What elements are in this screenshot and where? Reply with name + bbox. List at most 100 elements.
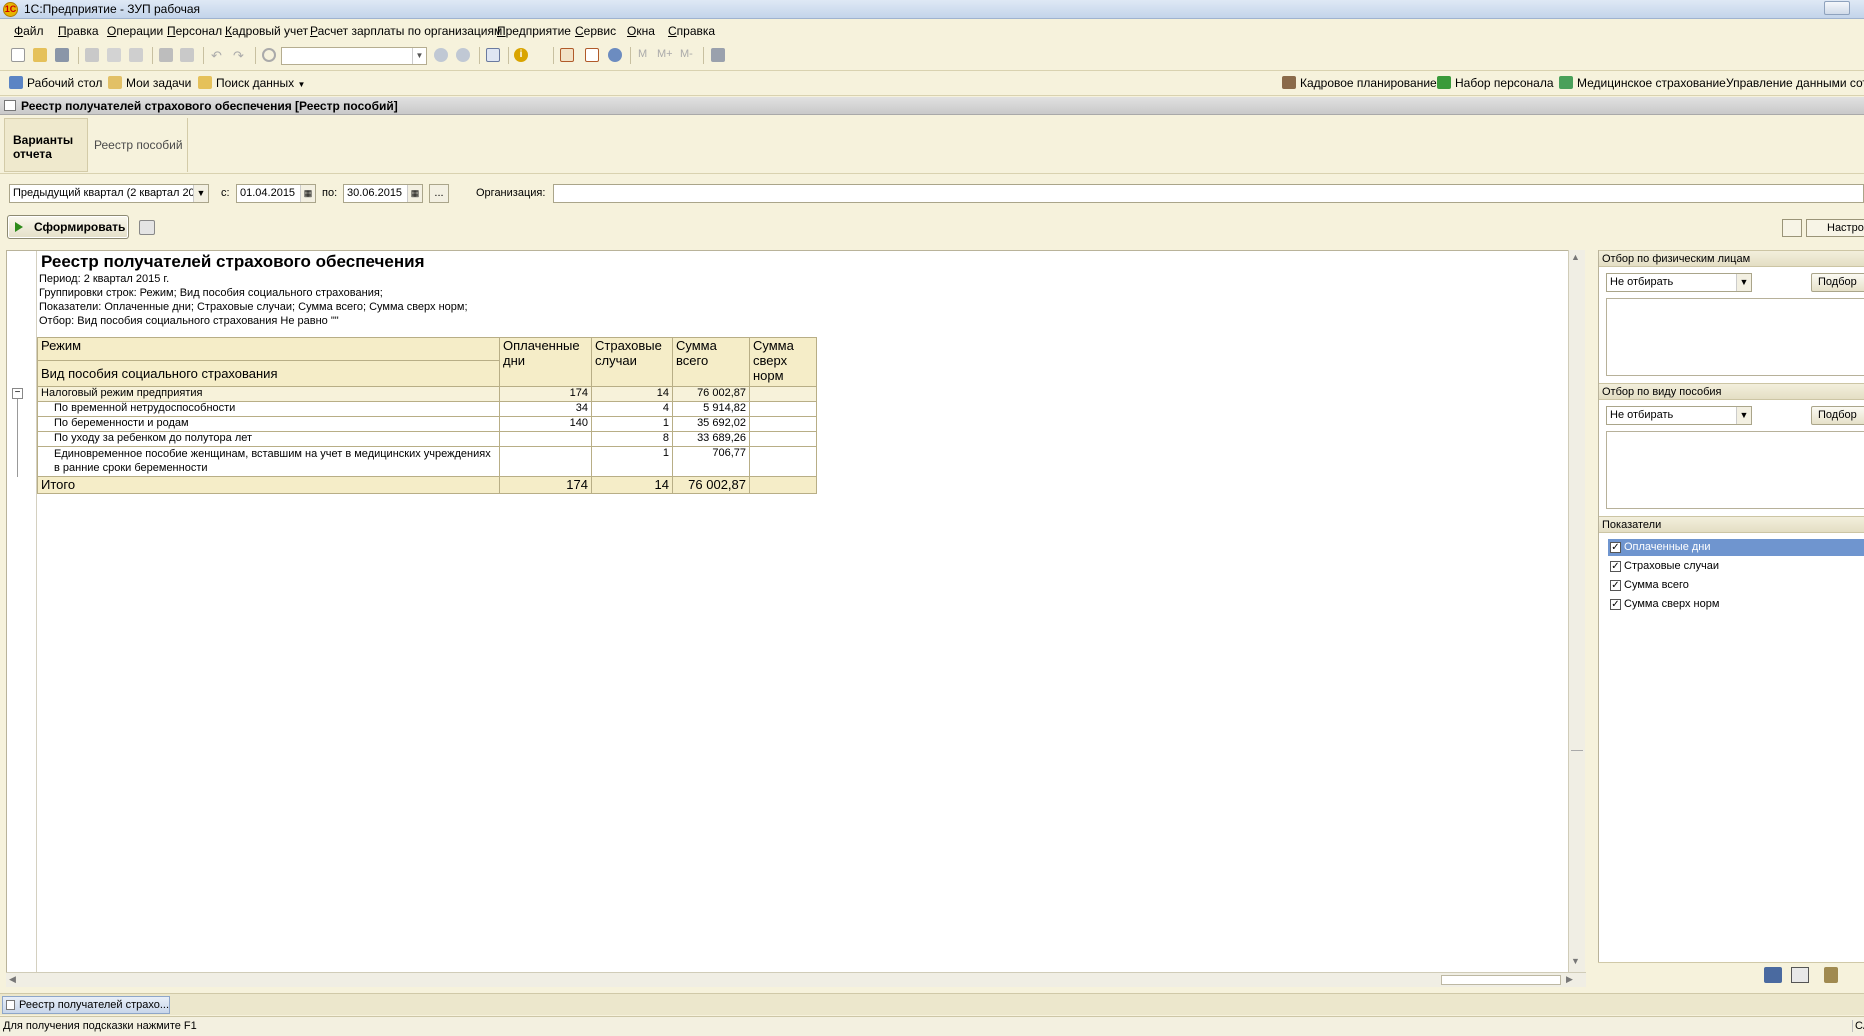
checkbox-checked-icon[interactable]: ✓ (1610, 580, 1621, 591)
search-prev-icon[interactable] (456, 48, 470, 62)
kind-select-button[interactable]: Подбор (1811, 406, 1864, 425)
row-over (749, 416, 817, 432)
scroll-right-icon[interactable]: ▶ (1566, 974, 1573, 985)
panel-desktop[interactable]: Рабочий стол (9, 76, 102, 90)
horizontal-scrollbar[interactable]: ◀ ▶ (6, 972, 1586, 987)
indicator-paid-days[interactable]: ✓ Оплаченные дни (1608, 539, 1864, 556)
total-sum: 76 002,87 (672, 476, 750, 494)
menu-hr[interactable]: Кадровый учет (225, 24, 308, 38)
persons-filter-combo[interactable]: Не отбирать ▼ (1606, 273, 1752, 292)
indicator-total-sum[interactable]: ✓ Сумма всего (1608, 577, 1864, 594)
users-icon[interactable] (608, 48, 622, 62)
menu-edit[interactable]: Правка (58, 24, 99, 38)
kind-filter-combo[interactable]: Не отбирать ▼ (1606, 406, 1752, 425)
people-icon (1282, 76, 1296, 89)
panel-hr-planning[interactable]: Кадровое планирование (1282, 76, 1437, 90)
row-cases: 1 (591, 446, 673, 477)
checkbox-checked-icon[interactable]: ✓ (1610, 542, 1621, 553)
toolbar-search-input[interactable]: ▼ (281, 47, 427, 65)
persons-list[interactable] (1606, 298, 1864, 376)
organization-input[interactable] (553, 184, 1864, 203)
row-days: 140 (499, 416, 592, 432)
menu-payroll[interactable]: Расчет зарплаты по организациям (310, 24, 502, 38)
scroll-thumb-h[interactable] (1441, 975, 1561, 985)
windows-icon[interactable] (486, 48, 500, 62)
collapse-group-icon[interactable]: − (12, 388, 23, 399)
tab-benefits-registry[interactable]: Реестр пособий (88, 118, 188, 172)
print-settings-icon[interactable] (139, 220, 155, 235)
copy-icon[interactable] (107, 48, 121, 62)
scroll-left-icon[interactable]: ◀ (9, 974, 16, 985)
menu-windows[interactable]: Окна (627, 24, 655, 38)
panel-recruitment[interactable]: Набор персонала (1437, 76, 1554, 90)
paste-icon[interactable] (129, 48, 143, 62)
row-over (749, 401, 817, 417)
scroll-thumb[interactable] (1571, 750, 1583, 751)
menu-operations[interactable]: Операции (107, 24, 163, 38)
cut-icon[interactable] (85, 48, 99, 62)
memory-minus-button[interactable]: M- (680, 48, 693, 60)
scroll-up-icon[interactable]: ▲ (1571, 252, 1580, 262)
panel-medical-insurance[interactable]: Медицинское страхование (1559, 76, 1726, 90)
chevron-down-icon[interactable]: ▼ (412, 48, 426, 64)
tab-variants[interactable]: Варианты отчета (4, 118, 88, 172)
table-view-icon[interactable] (1791, 967, 1809, 983)
find-icon[interactable] (262, 48, 276, 62)
menu-bar: Файл Правка Операции Персонал Кадровый у… (0, 19, 1864, 41)
row-name: По временной нетрудоспособности (37, 401, 500, 417)
period-select[interactable]: Предыдущий квартал (2 квартал 20 ▼ (9, 184, 209, 203)
calendar-icon[interactable]: ▦ (300, 185, 315, 202)
memory-m-button[interactable]: M (638, 48, 647, 60)
calculator-icon[interactable] (560, 48, 574, 62)
checkbox-checked-icon[interactable]: ✓ (1610, 561, 1621, 572)
search-next-icon[interactable] (434, 48, 448, 62)
checkbox-checked-icon[interactable]: ✓ (1610, 599, 1621, 610)
vertical-scrollbar[interactable]: ▲ ▼ (1568, 250, 1585, 973)
chevron-down-icon[interactable]: ▼ (1736, 407, 1751, 424)
menu-file[interactable]: Файл (14, 24, 44, 38)
print-icon[interactable] (159, 48, 173, 62)
date-to-input[interactable]: 30.06.2015 ▦ (343, 184, 423, 203)
menu-enterprise[interactable]: Предприятие (497, 24, 571, 38)
panel-tasks[interactable]: Мои задачи (108, 76, 191, 90)
redo-icon[interactable]: ↷ (233, 48, 247, 63)
indicator-over-norm[interactable]: ✓ Сумма сверх норм (1608, 596, 1864, 613)
form-report-button[interactable]: Сформировать (7, 215, 129, 239)
organization-label: Организация: (476, 187, 546, 199)
info-icon[interactable]: i (514, 48, 528, 62)
new-doc-icon[interactable] (11, 48, 25, 62)
title-bar: 1С 1С:Предприятие - ЗУП рабочая (0, 0, 1864, 19)
preview-icon[interactable] (180, 48, 194, 62)
minimize-button[interactable] (1824, 1, 1850, 15)
scroll-down-icon[interactable]: ▼ (1571, 956, 1580, 966)
header-mode: Режим (37, 337, 500, 361)
menu-help[interactable]: Справка (668, 24, 715, 38)
open-window-tab[interactable]: Реестр получателей страхо... (2, 996, 170, 1014)
persons-select-button[interactable]: Подбор (1811, 273, 1864, 292)
panel-search-data[interactable]: Поиск данных ▼ (198, 76, 305, 90)
row-over (749, 431, 817, 447)
menu-personnel[interactable]: Персонал (167, 24, 222, 38)
chevron-down-icon[interactable]: ▼ (193, 185, 208, 202)
chevron-down-icon[interactable]: ▼ (1736, 274, 1751, 291)
calendar-icon[interactable] (585, 48, 599, 62)
row-over (749, 446, 817, 477)
save-icon[interactable] (55, 48, 69, 62)
menu-service[interactable]: Сервис (575, 24, 616, 38)
calendar-icon[interactable]: ▦ (407, 185, 422, 202)
date-from-input[interactable]: 01.04.2015 ▦ (236, 184, 316, 203)
panel-employee-data[interactable]: Управление данными сотр (1726, 76, 1864, 90)
layout-toggle-icon[interactable] (1782, 219, 1802, 237)
font-icon[interactable] (1764, 967, 1782, 983)
settings-button[interactable]: Настрой (1806, 219, 1864, 237)
key-icon[interactable] (1824, 967, 1838, 983)
table-row: По уходу за ребенком до полутора лет 8 3… (37, 431, 817, 447)
memory-plus-button[interactable]: M+ (657, 48, 673, 60)
undo-icon[interactable]: ↶ (211, 48, 225, 63)
period-more-button[interactable]: ... (429, 184, 449, 203)
indicator-insured-cases[interactable]: ✓ Страховые случаи (1608, 558, 1864, 575)
row-days (499, 431, 592, 447)
kind-list[interactable] (1606, 431, 1864, 509)
open-icon[interactable] (33, 48, 47, 62)
tools-icon[interactable] (711, 48, 725, 62)
